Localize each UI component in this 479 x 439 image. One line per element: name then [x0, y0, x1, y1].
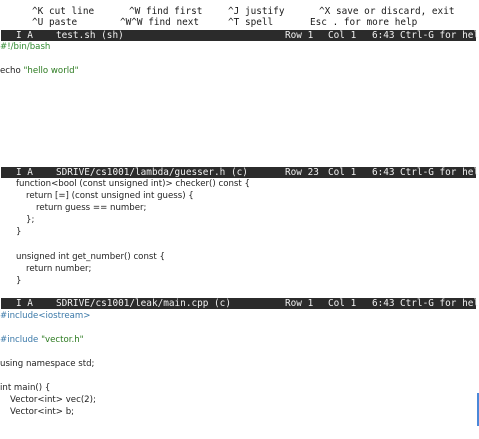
editor-pane-guesser-h[interactable]: function<bool (const unsigned int)> chec…: [0, 178, 477, 298]
help-bar: ^K cut line ^W find first ^J justify ^X …: [0, 2, 479, 32]
status-bar-main-cpp[interactable]: I A SDRIVE/cs1001/leak/main.cpp (c) Row …: [1, 298, 479, 309]
help-label: for more help: [343, 17, 418, 28]
code-line: }: [16, 227, 22, 237]
help-label: find next: [148, 17, 200, 28]
editor-pane-test-sh[interactable]: #!/bin/bash echo "hello world": [0, 41, 477, 167]
editor-pane-main-cpp[interactable]: #include<iostream> #include "vector.h" u…: [0, 309, 477, 439]
help-label: spell: [244, 17, 274, 28]
help-label: cut line: [48, 6, 95, 17]
help-label: paste: [48, 17, 78, 28]
help-label: save or discard, exit: [335, 6, 455, 17]
status-col: Col 1: [328, 30, 357, 41]
code-line: return guess == number;: [36, 203, 147, 213]
code-line: return number;: [26, 264, 92, 274]
status-time: 6:43: [372, 298, 395, 309]
help-item-more-help[interactable]: Esc . for more help: [310, 17, 417, 28]
code-line: }: [16, 276, 22, 286]
help-row-2: ^U paste ^W^W find next ^T spell Esc . f…: [0, 17, 479, 28]
help-key: ^J: [228, 6, 240, 17]
help-key: Esc .: [310, 17, 339, 28]
help-key: ^U: [32, 17, 44, 28]
editor-window: { "help": { "row1": [ {"key": "^K", "lab…: [0, 0, 479, 439]
status-help: Ctrl-G for help: [400, 298, 479, 309]
help-item-paste[interactable]: ^U paste: [32, 17, 77, 28]
status-bar-test-sh[interactable]: I A test.sh (sh) Row 1 Col 1 6:43 Ctrl-G…: [1, 30, 479, 41]
help-key: ^W^W: [120, 17, 143, 28]
status-bar-guesser-h[interactable]: I A SDRIVE/cs1001/lambda/guesser.h (c) R…: [1, 167, 479, 178]
status-row: Row 1: [285, 298, 314, 309]
status-mode: I A: [16, 30, 33, 41]
help-key: ^W: [129, 6, 141, 17]
status-col: Col 1: [328, 298, 357, 309]
help-label: find first: [145, 6, 203, 17]
status-mode: I A: [16, 167, 33, 178]
status-help: Ctrl-G for help: [400, 30, 479, 41]
code-line: #!/bin/bash: [0, 42, 51, 52]
status-filename: test.sh (sh): [56, 30, 124, 41]
code-line: #include "vector.h": [0, 335, 84, 345]
code-line: };: [26, 215, 35, 225]
status-row: Row 1: [285, 30, 314, 41]
status-time: 6:43: [372, 30, 395, 41]
status-row: Row 23: [285, 167, 319, 178]
help-item-find-first[interactable]: ^W find first: [129, 6, 202, 17]
help-key: ^T: [228, 17, 240, 28]
code-line: #include<iostream>: [0, 311, 91, 321]
status-mode: I A: [16, 298, 33, 309]
status-help: Ctrl-G for help: [400, 167, 479, 178]
code-line: echo "hello world": [0, 66, 79, 76]
code-line: using namespace std;: [0, 359, 95, 369]
help-key: ^X: [319, 6, 331, 17]
code-line: Vector<int> b;: [10, 407, 75, 417]
status-time: 6:43: [372, 167, 395, 178]
code-line: unsigned int get_number() const {: [16, 252, 165, 262]
help-item-cut-line[interactable]: ^K cut line: [32, 6, 94, 17]
code-line: function<bool (const unsigned int)> chec…: [16, 179, 250, 189]
status-col: Col 1: [328, 167, 357, 178]
help-item-spell[interactable]: ^T spell: [228, 17, 273, 28]
help-key: ^K: [32, 6, 44, 17]
code-line: Vector<int> vec(2);: [10, 395, 96, 405]
help-label: justify: [244, 6, 285, 17]
status-filename: SDRIVE/cs1001/lambda/guesser.h (c): [56, 167, 248, 178]
help-row-1: ^K cut line ^W find first ^J justify ^X …: [0, 6, 479, 17]
code-line: int main() {: [0, 383, 51, 393]
help-item-save-exit[interactable]: ^X save or discard, exit: [319, 6, 454, 17]
help-item-justify[interactable]: ^J justify: [228, 6, 284, 17]
code-line: return [=] (const unsigned int guess) {: [26, 191, 194, 201]
status-filename: SDRIVE/cs1001/leak/main.cpp (c): [56, 298, 231, 309]
help-item-find-next[interactable]: ^W^W find next: [120, 17, 199, 28]
